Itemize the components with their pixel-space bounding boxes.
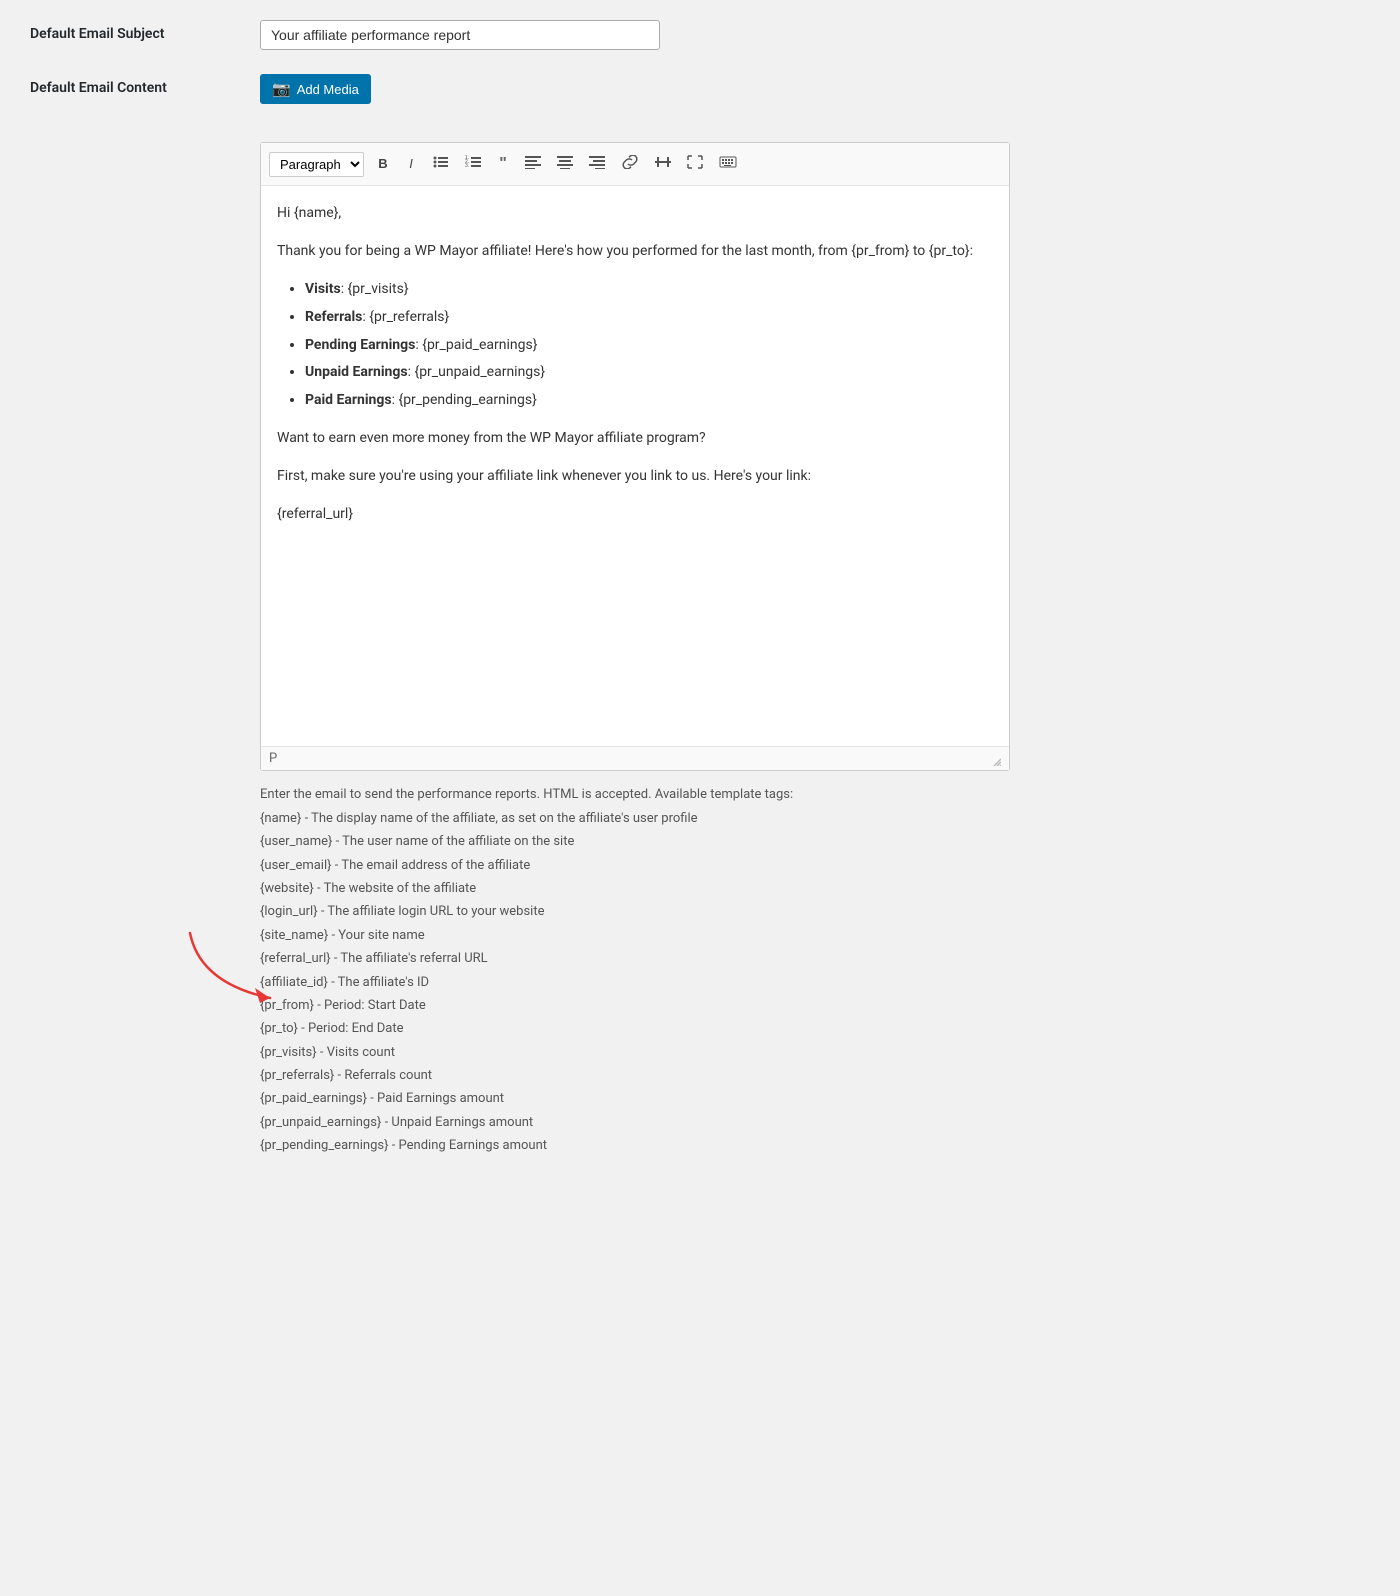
help-tag-item: {login_url} - The affiliate login URL to… (260, 900, 1010, 923)
content-label: Default Email Content (30, 74, 260, 96)
subject-input[interactable] (260, 20, 660, 50)
help-tag-item: {website} - The website of the affiliate (260, 877, 1010, 900)
toolbar-ol[interactable]: 1.2.3. (458, 151, 488, 178)
list-item-visits: Visits: {pr_visits} (305, 278, 993, 302)
subject-label: Default Email Subject (30, 20, 260, 42)
toolbar-blockquote[interactable]: " (490, 149, 516, 179)
editor-wrapper: Paragraph Heading 1 Heading 2 B I 1.2.3.… (260, 142, 1010, 771)
toolbar-italic[interactable]: I (398, 151, 424, 177)
toolbar-align-center[interactable] (550, 151, 580, 178)
help-tag-item: {pr_referrals} - Referrals count (260, 1064, 1010, 1087)
list-item-referrals: Referrals: {pr_referrals} (305, 306, 993, 330)
content-row: Default Email Content 📷 Add Media Visual… (30, 74, 1010, 1158)
editor-content[interactable]: Hi {name}, Thank you for being a WP Mayo… (261, 186, 1009, 746)
help-tag-item: {pr_paid_earnings} - Paid Earnings amoun… (260, 1087, 1010, 1110)
help-tag-item: {user_email} - The email address of the … (260, 854, 1010, 877)
help-tag-item: {affiliate_id} - The affiliate's ID (260, 971, 1010, 994)
media-icon: 📷 (272, 80, 291, 98)
help-tag-item: {site_name} - Your site name (260, 924, 1010, 947)
help-tag-item: {pr_to} - Period: End Date (260, 1017, 1010, 1040)
list-item-unpaid-earnings: Unpaid Earnings: {pr_unpaid_earnings} (305, 361, 993, 385)
help-tag-item: {name} - The display name of the affilia… (260, 807, 1010, 830)
help-tag-item: {pr_unpaid_earnings} - Unpaid Earnings a… (260, 1111, 1010, 1134)
toolbar-align-left[interactable] (518, 151, 548, 178)
list-item-paid-earnings: Paid Earnings: {pr_pending_earnings} (305, 389, 993, 413)
editor-line-5: {referral_url} (277, 503, 993, 527)
list-item-pending-earnings: Pending Earnings: {pr_paid_earnings} (305, 334, 993, 358)
help-tag-item: {pr_visits} - Visits count (260, 1041, 1010, 1064)
help-tag-item: {pr_from} - Period: Start Date (260, 994, 1010, 1017)
toolbar-link[interactable] (614, 151, 646, 178)
editor-line-4: First, make sure you're using your affil… (277, 465, 993, 489)
editor-footer: P (261, 746, 1009, 770)
help-text-block: Enter the email to send the performance … (260, 783, 1010, 1157)
help-tags-container: {name} - The display name of the affilia… (260, 807, 1010, 1158)
help-intro: Enter the email to send the performance … (260, 783, 1010, 806)
toolbar-ul[interactable] (426, 151, 456, 178)
editor-toolbar: Paragraph Heading 1 Heading 2 B I 1.2.3.… (261, 143, 1009, 186)
toolbar-fullscreen[interactable] (680, 151, 710, 178)
editor-line-1: Hi {name}, (277, 202, 993, 226)
toolbar-bold[interactable]: B (370, 151, 396, 177)
toolbar-hr[interactable] (648, 151, 678, 178)
toolbar-keyboard[interactable] (712, 151, 744, 178)
subject-row: Default Email Subject (30, 20, 1010, 50)
add-media-button[interactable]: 📷 Add Media (260, 74, 371, 104)
toolbar-align-right[interactable] (582, 151, 612, 178)
help-tag-item: {pr_pending_earnings} - Pending Earnings… (260, 1134, 1010, 1157)
editor-list: Visits: {pr_visits} Referrals: {pr_refer… (305, 278, 993, 413)
content-field-wrapper: 📷 Add Media Visual Text Paragraph Headin… (260, 74, 1010, 1158)
help-tag-item: {referral_url} - The affiliate's referra… (260, 947, 1010, 970)
editor-tag: P (269, 751, 277, 766)
editor-line-3: Want to earn even more money from the WP… (277, 427, 993, 451)
resize-handle[interactable] (987, 752, 1001, 766)
editor-line-2: Thank you for being a WP Mayor affiliate… (277, 240, 993, 264)
help-tag-item: {user_name} - The user name of the affil… (260, 830, 1010, 853)
editor-area: Visual Text Paragraph Heading 1 Heading … (260, 142, 1010, 771)
help-section: Enter the email to send the performance … (260, 783, 1010, 1157)
subject-field-wrapper (260, 20, 1010, 50)
add-media-label: Add Media (297, 82, 359, 97)
paragraph-select[interactable]: Paragraph Heading 1 Heading 2 (269, 152, 364, 177)
svg-text:3.: 3. (465, 163, 469, 169)
